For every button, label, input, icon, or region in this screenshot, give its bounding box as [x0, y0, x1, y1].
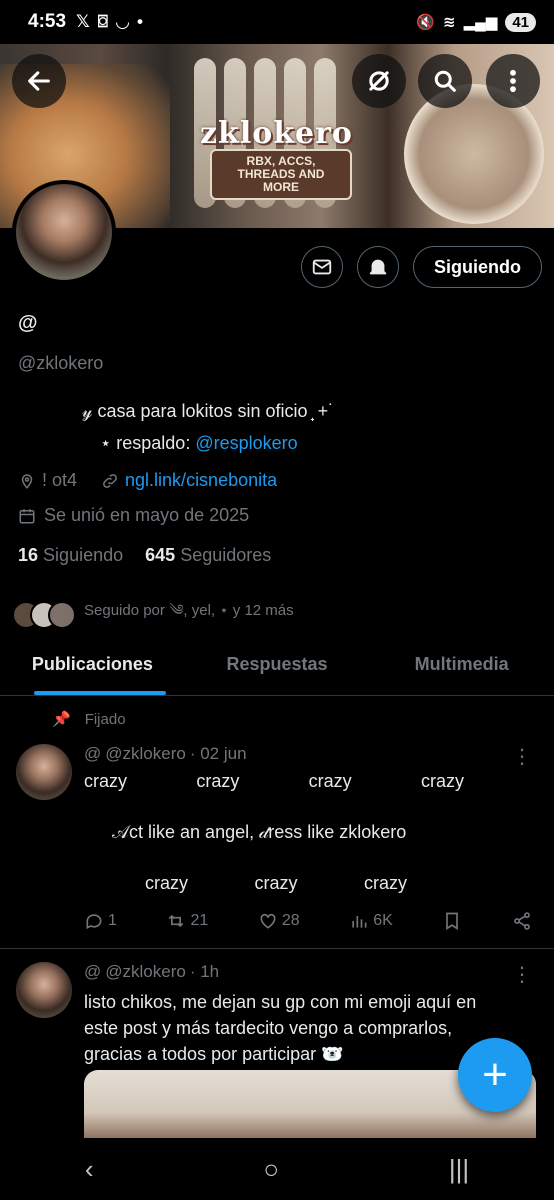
link-icon: [103, 473, 117, 488]
bio-line-2-prefix: ⋆ respaldo:: [100, 433, 196, 453]
post-more-icon[interactable]: ⋮: [512, 744, 532, 769]
post-time: · 1h: [189, 962, 220, 981]
threads-icon: @: [84, 962, 102, 981]
tab-multimedia[interactable]: Multimedia: [369, 640, 554, 695]
tiktok-shop-icon: ◡: [115, 12, 130, 31]
location-icon: [21, 473, 33, 489]
post-more-icon[interactable]: ⋮: [512, 962, 532, 987]
post-handle[interactable]: @zklokero: [105, 744, 186, 764]
display-name: @: [18, 312, 38, 335]
banner-tagline: RBX, ACCS, THREADS AND MORE: [210, 149, 352, 200]
arrow-left-icon: [28, 71, 50, 91]
message-button[interactable]: [301, 246, 343, 288]
grok-button[interactable]: [352, 54, 406, 108]
notifications-button[interactable]: [357, 246, 399, 288]
like-button[interactable]: 28: [258, 911, 300, 931]
bookmark-icon: [446, 912, 459, 931]
profile-location: ! ot4: [42, 470, 78, 490]
mute-icon: 🔇: [416, 14, 436, 31]
search-icon: [434, 70, 456, 92]
profile-meta-row: ! ot4 ngl.link/cisnebonita: [18, 470, 277, 491]
profile-handle: @zklokero: [18, 353, 104, 373]
tab-respuestas[interactable]: Respuestas: [185, 640, 370, 695]
post-text-line1: crazy crazy crazy crazy: [84, 771, 464, 791]
repost-icon: [169, 914, 184, 928]
share-icon: [514, 912, 530, 930]
divider: [0, 948, 554, 949]
bio-mention-link[interactable]: @resplokero: [195, 433, 297, 453]
bell-check-icon: [369, 259, 387, 275]
profile-avatar[interactable]: [12, 180, 116, 284]
envelope-icon: [312, 259, 332, 275]
bookmark-button[interactable]: [442, 911, 462, 931]
grok-icon: [369, 71, 389, 91]
tab-publicaciones[interactable]: Publicaciones: [0, 640, 185, 695]
following-stat[interactable]: 16 Siguiendo: [18, 545, 123, 566]
threads-icon: @: [84, 744, 102, 763]
recents-nav-icon[interactable]: |||: [449, 1154, 469, 1185]
scan-icon: ⌼: [97, 12, 108, 31]
profile-stats: 16 Siguiendo 645 Seguidores: [18, 545, 271, 566]
profile-tabs: Publicaciones Respuestas Multimedia: [0, 640, 554, 696]
calendar-icon: [19, 508, 35, 523]
profile-website[interactable]: ngl.link/cisnebonita: [125, 470, 277, 491]
banner-brand: zklokero: [200, 116, 353, 151]
plus-icon: +: [482, 1050, 508, 1099]
profile-bio: 𝓎 casa para lokitos sin oficio ̟ +˙ ⋆ re…: [82, 395, 334, 459]
post-text: listo chikos, me dejan su gp con mi emoj…: [84, 992, 477, 1064]
profile-actions: Siguiendo: [301, 246, 542, 288]
profile-joined-row: Se unió en mayo de 2025: [18, 505, 249, 526]
views-icon: [352, 916, 367, 928]
heart-icon: [260, 913, 276, 929]
status-time: 4:53: [28, 11, 67, 32]
following-button[interactable]: Siguiendo: [413, 246, 542, 288]
bio-line-1: 𝓎 casa para lokitos sin oficio ̟ +˙: [82, 401, 335, 421]
post-handle[interactable]: @zklokero: [105, 962, 186, 982]
followers-stat[interactable]: 645 Seguidores: [145, 545, 271, 566]
back-nav-icon[interactable]: ‹: [85, 1154, 94, 1185]
pin-icon: 📌: [52, 711, 71, 728]
profile-joined: Se unió en mayo de 2025: [44, 505, 250, 525]
x-logo-icon: 𝕏: [76, 12, 90, 31]
signal-icon: ▂▄▆: [463, 14, 498, 31]
avatar[interactable]: [16, 962, 72, 1018]
reply-icon: [86, 914, 102, 930]
reply-button[interactable]: 1: [84, 911, 117, 931]
avatar: [48, 601, 76, 629]
back-button[interactable]: [12, 54, 66, 108]
threads-icon: @: [18, 312, 38, 334]
share-button[interactable]: [512, 911, 532, 931]
followed-by[interactable]: Seguido por ༄, yel, ⋆ y 12 más: [12, 594, 294, 636]
repost-button[interactable]: 21: [166, 911, 208, 931]
system-nav-bar: ‹ ○ |||: [0, 1138, 554, 1200]
post-text-line3: crazy crazy crazy: [145, 873, 407, 893]
post-time: · 02 jun: [189, 744, 247, 763]
post-text-line2: 𝒜ct like an angel, 𝒹ress like zklokero: [112, 822, 407, 842]
post-actions: 1 21 28 6K: [84, 911, 532, 931]
avatar[interactable]: [16, 744, 72, 800]
views-button[interactable]: 6K: [349, 911, 393, 931]
status-bar: 4:53 𝕏 ⌼ ◡ • 🔇 ≋ ▂▄▆ 41: [0, 0, 554, 44]
more-vertical-icon: [510, 69, 516, 93]
compose-button[interactable]: +: [458, 1038, 532, 1112]
pinned-label: 📌 Fijado: [52, 710, 126, 729]
wifi-icon: ≋: [443, 14, 456, 31]
more-button[interactable]: [486, 54, 540, 108]
battery-indicator: 41: [505, 12, 536, 32]
active-tab-indicator: [34, 691, 166, 695]
dot-icon: •: [137, 12, 143, 31]
followed-by-text: Seguido por ༄, yel, ⋆ y 12 más: [84, 602, 294, 619]
search-button[interactable]: [418, 54, 472, 108]
home-nav-icon[interactable]: ○: [263, 1154, 279, 1185]
